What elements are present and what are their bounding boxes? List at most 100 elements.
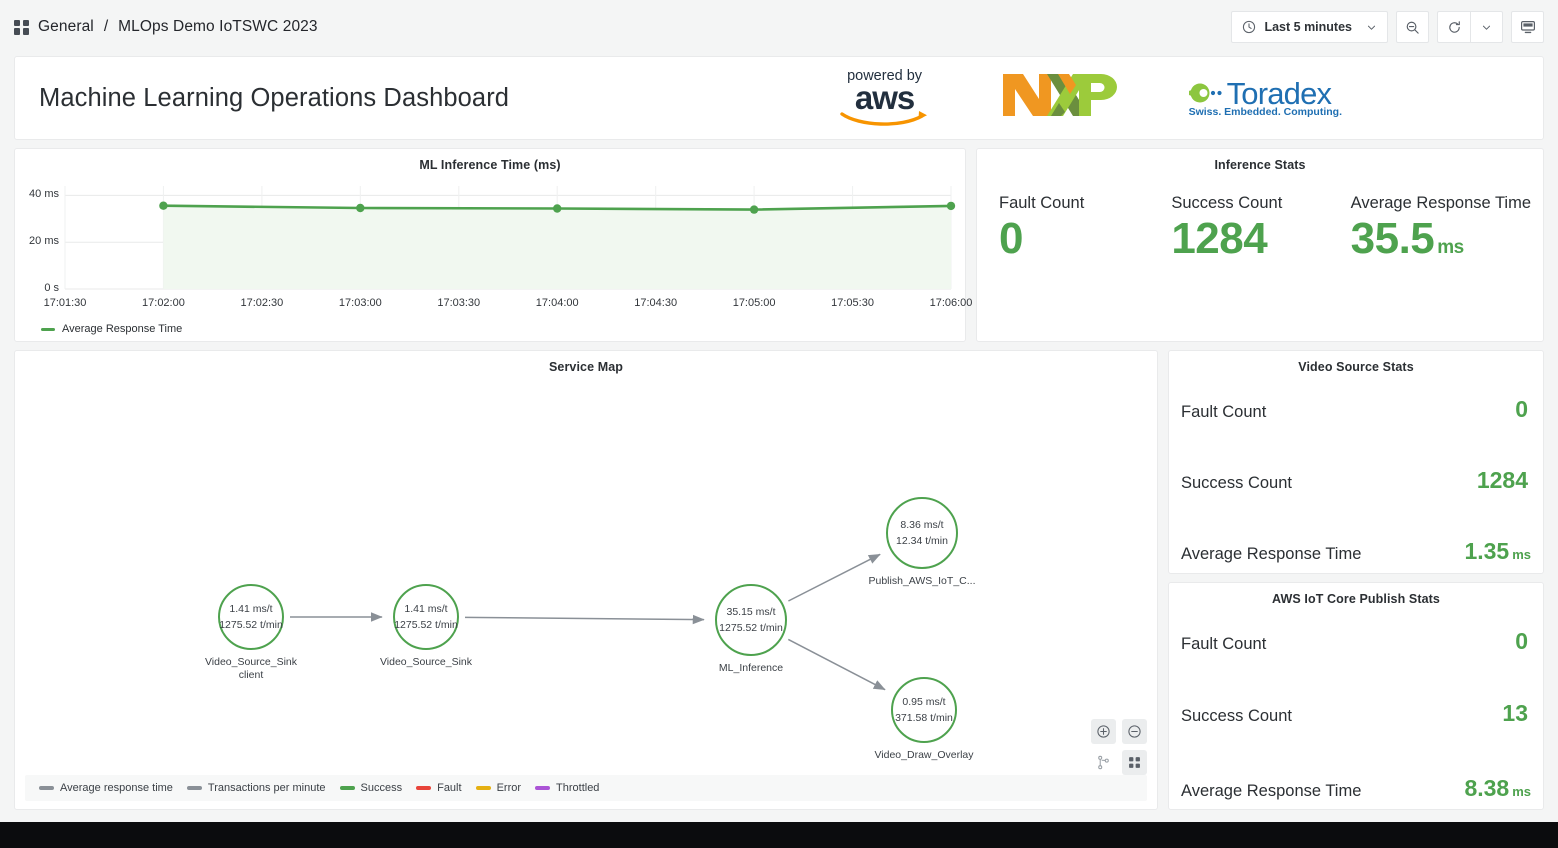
service-map-legend-item[interactable]: Throttled [535, 782, 599, 794]
x-axis-tick-label: 17:02:00 [142, 297, 185, 309]
legend-color-swatch [187, 786, 202, 790]
video-source-stats-title: Video Source Stats [1169, 351, 1543, 374]
zoom-out-button[interactable] [1122, 719, 1147, 744]
y-axis-tick-label: 0 s [15, 282, 59, 294]
graph-branch-icon [1096, 755, 1111, 770]
refresh-interval-dropdown[interactable] [1470, 11, 1503, 43]
service-map-legend-item[interactable]: Success [340, 782, 403, 794]
time-range-label: Last 5 minutes [1264, 20, 1352, 34]
layout-tree-button[interactable] [1091, 750, 1116, 775]
x-axis-tick-label: 17:04:00 [536, 297, 579, 309]
node-throughput: 371.58 t/min [895, 712, 953, 725]
stat-value-group: 13 [1502, 700, 1531, 727]
inference-stats-panel: Inference Stats Fault Count0Success Coun… [976, 148, 1544, 342]
toradex-mark-icon [1189, 82, 1229, 104]
toolbar: Last 5 minutes [1231, 11, 1544, 43]
x-axis-tick-label: 17:06:00 [930, 297, 973, 309]
node-throughput: 12.34 t/min [896, 535, 948, 548]
legend-color-swatch [416, 786, 431, 790]
aws-logo: powered by aws [837, 69, 933, 128]
dashboard-root: General / MLOps Demo IoTSWC 2023 Last 5 … [0, 0, 1558, 822]
service-map-panel: Service Map 1.41 ms/t 1275.52 t/min Vide… [14, 350, 1158, 810]
breadcrumb-current[interactable]: MLOps Demo IoTSWC 2023 [118, 18, 317, 36]
y-axis-tick-label: 20 ms [15, 235, 59, 247]
inference-stats-row: Fault Count0Success Count1284Average Res… [977, 172, 1543, 263]
breadcrumb-root[interactable]: General [38, 18, 94, 36]
x-axis-tick-label: 17:05:00 [733, 297, 776, 309]
legend-item-label: Error [497, 782, 521, 794]
stat-row: Average Response Time 8.38ms [1169, 775, 1543, 802]
stat-label: Success Count [1181, 707, 1292, 726]
refresh-button-group [1437, 11, 1503, 43]
stat-value: 8.38 [1464, 775, 1509, 801]
service-map-legend-item[interactable]: Average response time [39, 782, 173, 794]
chevron-down-icon [1481, 22, 1492, 33]
legend-item-label: Throttled [556, 782, 599, 794]
y-axis-tick-label: 40 ms [15, 188, 59, 200]
refresh-icon [1447, 20, 1462, 35]
node-label: Publish_AWS_IoT_C... [846, 575, 998, 588]
kiosk-mode-button[interactable] [1511, 11, 1544, 43]
zoom-out-time-button[interactable] [1396, 11, 1429, 43]
toradex-logo: Toradex Swiss. Embedded. Computing. [1189, 78, 1344, 118]
layout-grid-button[interactable] [1122, 750, 1147, 775]
node-throughput: 1275.52 t/min [719, 622, 783, 635]
aws-iot-core-publish-stats-rows: Fault Count 0Success Count 13Average Res… [1169, 628, 1543, 802]
grid-icon [1127, 755, 1142, 770]
x-axis-tick-label: 17:04:30 [634, 297, 677, 309]
dashboard-grid-icon [14, 20, 29, 35]
service-map-controls [1091, 719, 1147, 775]
service-map-canvas[interactable]: 1.41 ms/t 1275.52 t/min Video_Source_Sin… [15, 377, 1157, 809]
stat-label: Fault Count [1181, 403, 1266, 422]
service-map-legend-item[interactable]: Transactions per minute [187, 782, 326, 794]
service-map-node[interactable]: 8.36 ms/t 12.34 t/min Publish_AWS_IoT_C.… [846, 497, 998, 588]
node-throughput: 1275.52 t/min [219, 619, 283, 632]
inference-stat-cell: Fault Count0 [989, 194, 1157, 263]
legend-color-swatch [41, 328, 55, 331]
breadcrumb: General / MLOps Demo IoTSWC 2023 [14, 18, 318, 36]
legend-item-label: Success [361, 782, 403, 794]
nxp-wordmark-icon [1001, 70, 1121, 120]
node-latency: 1.41 ms/t [404, 603, 447, 616]
x-axis-tick-label: 17:03:30 [437, 297, 480, 309]
stat-label: Success Count [1181, 474, 1292, 493]
service-map-legend: Average response time Transactions per mi… [25, 775, 1147, 801]
inference-stat-cell: Average Response Time35.5ms [1330, 194, 1531, 263]
stat-value: 13 [1502, 700, 1528, 726]
node-label: Video_Source_Sink [353, 656, 499, 669]
stat-value: 0 [1515, 396, 1528, 422]
service-map-node[interactable]: 1.41 ms/t 1275.52 t/min Video_Source_Sin… [178, 584, 324, 682]
minus-circle-icon [1127, 724, 1142, 739]
node-latency: 35.15 ms/t [726, 606, 775, 619]
dashboard-header-panel: Machine Learning Operations Dashboard po… [14, 56, 1544, 140]
stat-label: Average Response Time [1181, 545, 1361, 564]
service-map-node[interactable]: 0.95 ms/t 371.58 t/min Video_Draw_Overla… [851, 677, 997, 762]
inference-stat-label: Success Count [1171, 194, 1329, 213]
service-map-node[interactable]: 35.15 ms/t 1275.52 t/min ML_Inference [675, 584, 827, 675]
service-map-node[interactable]: 1.41 ms/t 1275.52 t/min Video_Source_Sin… [353, 584, 499, 669]
service-map-legend-item[interactable]: Error [476, 782, 521, 794]
service-map-legend-item[interactable]: Fault [416, 782, 461, 794]
legend-item-label: Fault [437, 782, 461, 794]
nxp-logo [1001, 70, 1121, 125]
chart-legend[interactable]: Average Response Time [41, 323, 182, 335]
node-latency: 1.41 ms/t [229, 603, 272, 616]
chart-title: ML Inference Time (ms) [15, 149, 965, 172]
legend-color-swatch [535, 786, 550, 790]
node-latency: 8.36 ms/t [900, 519, 943, 532]
plus-circle-icon [1096, 724, 1111, 739]
node-label: Video_Draw_Overlay [851, 749, 997, 762]
inference-stat-value: 35.5ms [1351, 215, 1531, 263]
time-range-picker[interactable]: Last 5 minutes [1231, 11, 1388, 43]
stat-unit: ms [1512, 547, 1531, 562]
toradex-wordmark: Toradex [1227, 78, 1332, 109]
stat-value-group: 8.38ms [1464, 775, 1531, 802]
node-throughput: 1275.52 t/min [394, 619, 458, 632]
chart-plot-area[interactable]: 0 s20 ms40 ms 17:01:3017:02:0017:02:3017… [15, 172, 965, 327]
video-source-stats-rows: Fault Count 0Success Count 1284Average R… [1169, 396, 1543, 565]
x-axis-tick-label: 17:02:30 [240, 297, 283, 309]
ml-inference-time-panel: ML Inference Time (ms) 0 s 20 ms 40 ms 17:… [14, 148, 966, 342]
refresh-button[interactable] [1437, 11, 1470, 43]
stat-label: Average Response Time [1181, 782, 1361, 801]
zoom-in-button[interactable] [1091, 719, 1116, 744]
